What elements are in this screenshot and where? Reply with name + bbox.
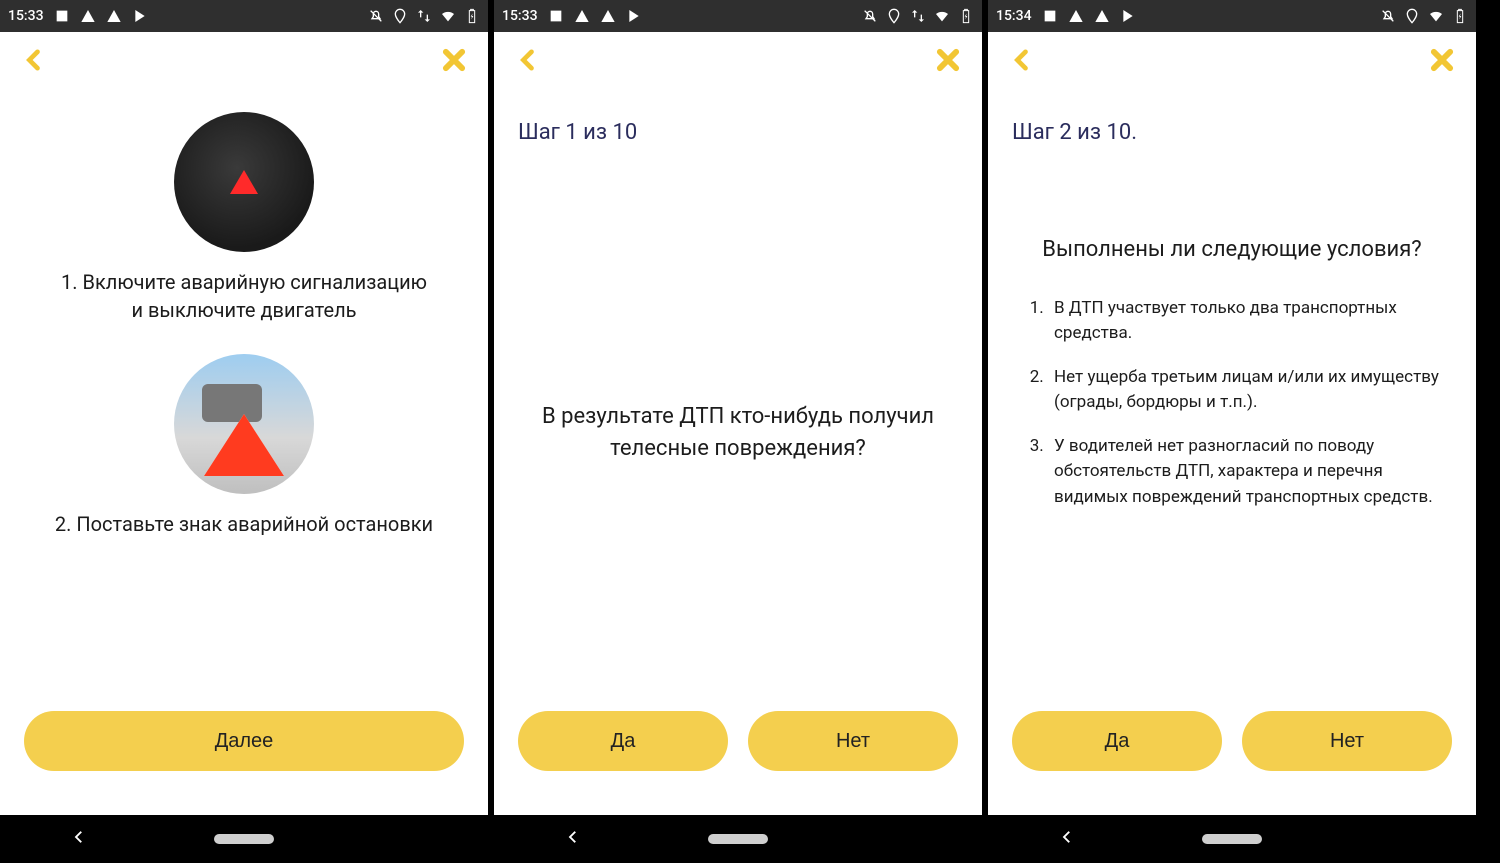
status-right <box>862 8 974 24</box>
swap-icon <box>416 8 432 24</box>
warning-icon <box>80 8 96 24</box>
instruction-area: 1. Включите аварийную сигнализацию и вык… <box>24 92 464 711</box>
status-bar: 15:34 <box>988 0 1476 32</box>
warning-icon <box>574 8 590 24</box>
button-row: Да Нет <box>518 711 958 791</box>
phone-screen-3: 15:34 Шаг 2 из 10. Выполнены ли следующи… <box>988 0 1482 863</box>
play-icon <box>132 8 148 24</box>
close-button[interactable] <box>1428 46 1456 78</box>
content: 1. Включите аварийную сигнализацию и вык… <box>0 92 488 815</box>
conditions-title: Выполнены ли следующие условия? <box>1012 235 1452 266</box>
location-icon <box>1404 8 1420 24</box>
wifi-icon <box>934 8 950 24</box>
status-right <box>1380 8 1468 24</box>
condition-item: В ДТП участвует только два транспортных … <box>1048 296 1452 347</box>
android-home-pill[interactable] <box>214 834 274 844</box>
button-row: Далее <box>24 711 464 791</box>
yes-button[interactable]: Да <box>1012 711 1222 771</box>
step-indicator: Шаг 2 из 10. <box>1012 120 1452 145</box>
bell-off-icon <box>1380 8 1396 24</box>
battery-icon <box>958 8 974 24</box>
back-button[interactable] <box>1008 46 1036 78</box>
image-icon <box>548 8 564 24</box>
instruction-text-1: 1. Включите аварийную сигнализацию и вык… <box>24 268 464 344</box>
play-icon <box>626 8 642 24</box>
status-bar: 15:33 <box>494 0 982 32</box>
warning-icon <box>1094 8 1110 24</box>
status-right <box>368 8 480 24</box>
android-nav-bar <box>0 815 488 863</box>
status-time: 15:34 <box>996 8 1032 24</box>
status-time: 15:33 <box>8 8 44 24</box>
status-left: 15:34 <box>996 8 1136 24</box>
app-header <box>0 32 488 92</box>
bell-off-icon <box>368 8 384 24</box>
close-button[interactable] <box>440 46 468 78</box>
no-button[interactable]: Нет <box>748 711 958 771</box>
button-row: Да Нет <box>1012 711 1452 791</box>
app-header <box>988 32 1476 92</box>
status-bar: 15:33 <box>0 0 488 32</box>
status-time: 15:33 <box>502 8 538 24</box>
content: Шаг 2 из 10. Выполнены ли следующие усло… <box>988 92 1476 815</box>
status-left: 15:33 <box>8 8 148 24</box>
android-nav-bar <box>988 815 1476 863</box>
condition-item: Нет ущерба третьим лицам и/или их имущес… <box>1048 365 1452 416</box>
phone-screen-1: 15:33 1. Включите аварийную сигнализацию… <box>0 0 494 863</box>
android-home-pill[interactable] <box>708 834 768 844</box>
wifi-icon <box>1428 8 1444 24</box>
location-icon <box>392 8 408 24</box>
android-back-button[interactable] <box>564 828 582 850</box>
battery-icon <box>464 8 480 24</box>
android-back-button[interactable] <box>1058 828 1076 850</box>
hazard-button-image <box>174 112 314 252</box>
step-indicator: Шаг 1 из 10 <box>518 120 958 145</box>
back-button[interactable] <box>514 46 542 78</box>
android-home-pill[interactable] <box>1202 834 1262 844</box>
close-button[interactable] <box>934 46 962 78</box>
warning-icon <box>106 8 122 24</box>
instruction-text-2: 2. Поставьте знак аварийной остановки <box>24 510 464 558</box>
phone-screen-2: 15:33 Шаг 1 из 10 В результате ДТП кто-н… <box>494 0 988 863</box>
question-area: В результате ДТП кто-нибудь получил теле… <box>518 155 958 711</box>
battery-icon <box>1452 8 1468 24</box>
instruction-step-2: 2. Поставьте знак аварийной остановки <box>24 354 464 558</box>
no-button[interactable]: Нет <box>1242 711 1452 771</box>
conditions-area: Выполнены ли следующие условия? В ДТП уч… <box>1012 155 1452 711</box>
image-icon <box>54 8 70 24</box>
warning-icon <box>1068 8 1084 24</box>
yes-button[interactable]: Да <box>518 711 728 771</box>
warning-triangle-image <box>174 354 314 494</box>
android-nav-bar <box>494 815 982 863</box>
warning-icon <box>600 8 616 24</box>
bell-off-icon <box>862 8 878 24</box>
image-icon <box>1042 8 1058 24</box>
swap-icon <box>910 8 926 24</box>
android-back-button[interactable] <box>70 828 88 850</box>
condition-item: У водителей нет разногласий по поводу об… <box>1048 434 1452 511</box>
conditions-list: В ДТП участвует только два транспортных … <box>1012 296 1452 511</box>
instruction-step-1: 1. Включите аварийную сигнализацию и вык… <box>24 112 464 344</box>
status-left: 15:33 <box>502 8 642 24</box>
play-icon <box>1120 8 1136 24</box>
app-header <box>494 32 982 92</box>
next-button[interactable]: Далее <box>24 711 464 771</box>
content: Шаг 1 из 10 В результате ДТП кто-нибудь … <box>494 92 982 815</box>
location-icon <box>886 8 902 24</box>
wifi-icon <box>440 8 456 24</box>
back-button[interactable] <box>20 46 48 78</box>
question-text: В результате ДТП кто-нибудь получил теле… <box>518 401 958 465</box>
